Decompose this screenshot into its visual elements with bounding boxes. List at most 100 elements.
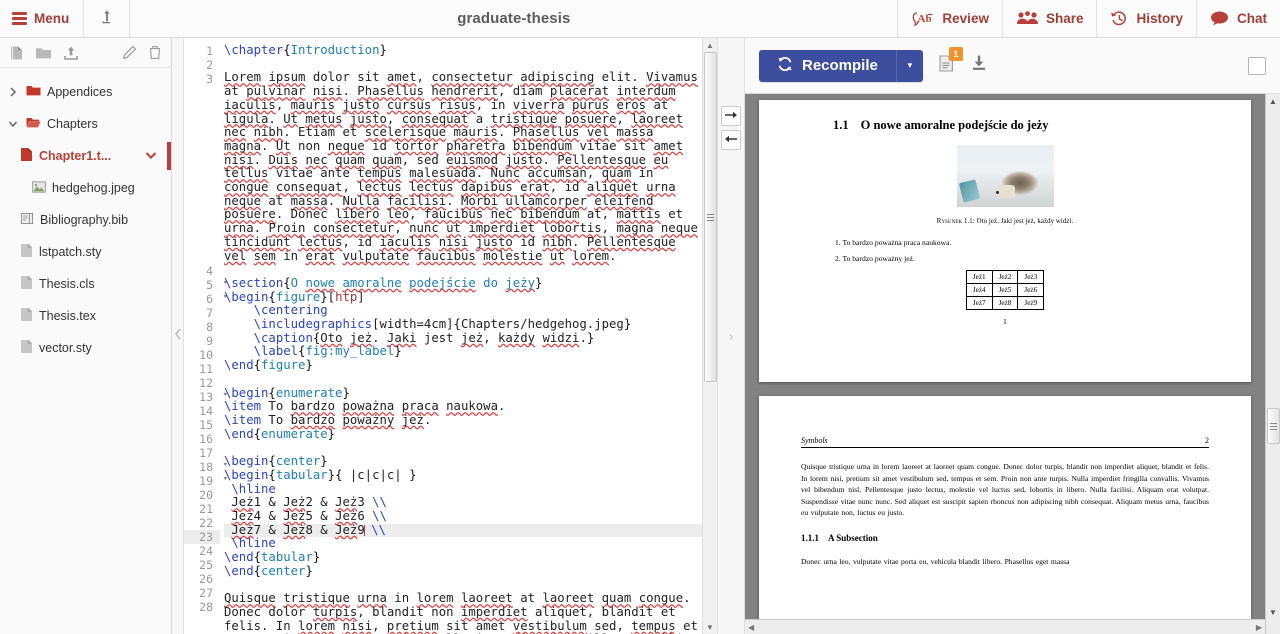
file-tree-item-appendices[interactable]: Appendices [0,76,171,108]
table-row: Jeż7 Jeż8 Jeż9 [965,296,1045,310]
line-number-text: 25 [199,558,213,572]
code-line-26[interactable]: \end{center} [224,564,702,579]
pdf-preview-panel: Recompile ▾ 1 1.1 O nowe amoralne podejś… [745,38,1280,634]
file-tree-item-label: hedgehog.jpeg [52,181,135,195]
new-file-icon[interactable] [9,45,24,61]
file-tree-item-lstpatch[interactable]: lstpatch.sty [0,236,171,268]
code-line-27[interactable] [224,578,702,592]
scrollbar-track[interactable] [703,52,718,620]
code-line-4[interactable] [224,263,702,277]
pdf-figure-caption: Rysunek 1.1: Oto jeż. Jaki jest jeż, każ… [801,218,1209,225]
code-line-13[interactable]: \begin{enumerate} [224,386,702,401]
upload-project-button[interactable] [84,0,131,37]
compile-log-button[interactable]: 1 [938,46,963,78]
code-line-24[interactable]: \hline [224,536,702,551]
hedgehog-photo [956,145,1054,207]
recompile-main[interactable]: Recompile [759,49,896,82]
code-line-17[interactable] [224,441,702,455]
code-editor[interactable]: 1 2 3 4 5 ▾ 6 ▾ 7 8 9 10 11 12 13 ▾ 14 15 16 17 18 ▾ 19 ▾ 20 21 22… [184,38,702,634]
review-button[interactable]: Ab Review [897,0,1002,37]
chevron-down-icon: ▾ [907,60,913,70]
new-folder-icon[interactable] [35,45,52,61]
file-tree-item-thesis-cls[interactable]: Thesis.cls [0,268,171,300]
chevron-down-icon[interactable] [6,120,20,128]
line-number-25: 25 [184,558,220,572]
code-line-19[interactable]: \begin{tabular}{ |c|c|c| } [224,468,702,483]
file-tree-item-chapters[interactable]: Chapters [0,108,171,140]
pdf-scrollbar-thumb[interactable] [1266,408,1280,444]
pdf-section-number: 1.1 [833,118,849,132]
code-line-21[interactable]: Jeż1 & Jeż2 & Jeż3 \\ [224,495,702,510]
pdf-scroll-left-arrow-icon[interactable]: ◀ [748,623,754,632]
code-line-12[interactable] [224,373,702,387]
code-line-8[interactable]: \includegraphics[width=4cm]{Chapters/hed… [224,317,702,332]
pdf-scroll-right-arrow-icon[interactable]: ▶ [1256,623,1262,632]
line-number-15: 15 [184,418,220,432]
file-tree-item-chapter1[interactable]: Chapter1.t... [0,140,171,172]
code-line-9[interactable]: \caption{Oto jeż. Jaki jest jeż, każdy w… [224,331,702,346]
scroll-up-arrow-icon[interactable]: ▲ [706,38,714,52]
file-tree-item-label: Thesis.tex [39,309,96,323]
chat-button[interactable]: Chat [1196,0,1280,37]
pdf-pane-collapse-chevron-icon[interactable]: › [729,329,733,344]
download-pdf-button[interactable] [970,54,988,77]
code-line-5[interactable]: \section{O nowe amoralne podejście do je… [224,276,702,291]
share-button[interactable]: Share [1001,0,1097,37]
pdf-table-wrapper: Jeż1 Jeż2 Jeż3 Jeż4 Jeż5 Jeż6 Jeż7 Jeż8 … [801,270,1209,310]
fullscreen-toggle-checkbox[interactable] [1248,56,1266,75]
grip-icon [706,213,714,221]
line-number-3: 3 [184,72,220,264]
file-context-menu-chevron-down-icon[interactable] [145,149,157,163]
code-area[interactable]: \chapter{Introduction} Lorem ipsum dolor… [220,38,702,634]
scroll-down-arrow-icon[interactable]: ▼ [706,620,714,634]
rename-pencil-icon[interactable] [122,45,137,60]
code-line-1[interactable]: \chapter{Introduction} [224,43,702,58]
line-number-text: 22 [199,516,213,530]
sync-to-pdf-button[interactable] [721,106,741,126]
code-line-18[interactable]: \begin{center} [224,454,702,469]
chevron-right-icon[interactable] [6,87,20,97]
pdf-horizontal-scrollbar[interactable]: ◀ ▶ [745,619,1265,634]
pdf-scrollbar-track[interactable] [1266,108,1280,605]
line-number-11: 11 [184,362,220,376]
code-line-28[interactable]: Quisque tristique urna in lorem laoreet … [224,591,702,634]
file-tree-item-bibliography[interactable]: Bibliography.bib [0,204,171,236]
top-toolbar: Menu graduate-thesis Ab Review Share His… [0,0,1280,38]
code-line-15[interactable]: \item To bardzo poważny jeż. [224,413,702,428]
file-tree-item-hedgehog-image[interactable]: hedgehog.jpeg [0,172,171,204]
file-tree-item-label: lstpatch.sty [39,245,102,259]
code-line-23[interactable]: Jeż7 & Jeż8 & Jeż9 \\ [224,523,702,538]
code-line-6[interactable]: \begin{figure}[htp] [224,290,702,305]
code-line-11[interactable]: \end{figure} [224,358,702,373]
delete-trash-icon[interactable] [148,45,162,60]
file-tree-item-vector-sty[interactable]: vector.sty [0,332,171,364]
code-line-20[interactable]: \hline [224,482,702,497]
code-line-25[interactable]: \end{tabular} [224,550,702,565]
menu-button[interactable]: Menu [0,0,85,37]
list-item: 2. To bardzo poważny jeż. [835,254,915,263]
line-number-6: 6 ▾ [184,292,228,306]
file-tree-collapse-handle[interactable] [172,38,184,634]
pdf-scroll-up-arrow-icon[interactable]: ▲ [1269,94,1277,108]
file-tree-item-thesis-tex[interactable]: Thesis.tex [0,300,171,332]
code-line-7[interactable]: \centering [224,304,702,318]
scrollbar-thumb[interactable] [703,52,717,382]
history-button[interactable]: History [1096,0,1196,37]
editor-vertical-scrollbar[interactable]: ▲ ▼ [702,38,717,634]
code-line-3[interactable]: Lorem ipsum dolor sit amet, consectetur … [224,71,702,263]
pdf-vertical-scrollbar[interactable]: ▲ ▼ [1265,94,1280,619]
pdf-scroll-area[interactable]: 1.1 O nowe amoralne podejście do jeży Ry… [745,94,1265,619]
code-line-10[interactable]: \label{fig:my_label} [224,345,702,359]
recompile-dropdown-button[interactable]: ▾ [895,49,923,82]
line-number-21: 21 [184,502,220,516]
line-number-text: 2 [206,58,213,72]
list-item: 1. To bardzo poważna praca naukowa. [835,238,952,247]
pdf-scroll-down-arrow-icon[interactable]: ▼ [1269,605,1277,619]
recompile-button[interactable]: Recompile ▾ [759,49,923,82]
code-line-2[interactable] [224,58,702,72]
code-line-14[interactable]: \item To bardzo poważna praca naukowa. [224,399,702,414]
sync-to-code-button[interactable] [721,130,741,150]
code-line-22[interactable]: Jeż4 & Jeż5 & Jeż6 \\ [224,509,702,524]
code-line-16[interactable]: \end{enumerate} [224,427,702,442]
upload-icon[interactable] [63,45,79,61]
